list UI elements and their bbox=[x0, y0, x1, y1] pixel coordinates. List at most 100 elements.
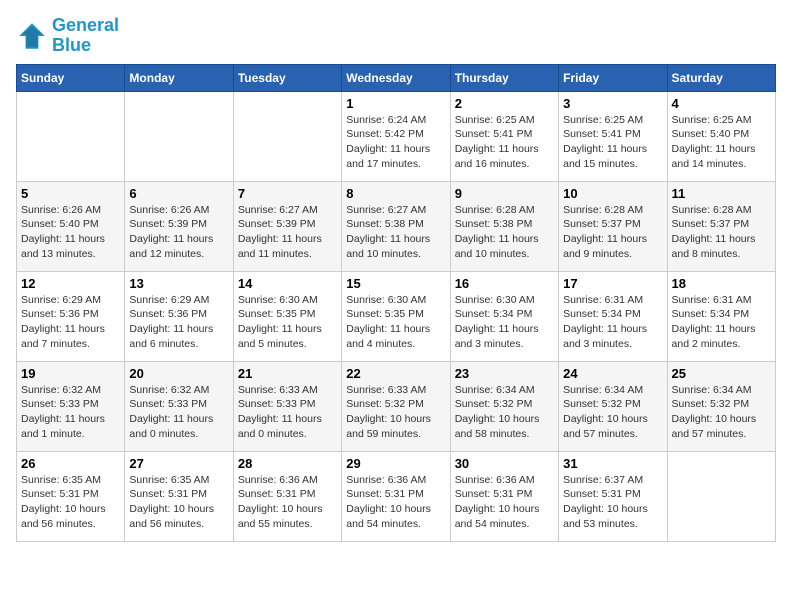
day-number: 2 bbox=[455, 96, 554, 111]
day-number: 15 bbox=[346, 276, 445, 291]
day-info: Sunrise: 6:24 AM Sunset: 5:42 PM Dayligh… bbox=[346, 113, 445, 172]
day-info: Sunrise: 6:32 AM Sunset: 5:33 PM Dayligh… bbox=[21, 383, 120, 442]
day-info: Sunrise: 6:25 AM Sunset: 5:41 PM Dayligh… bbox=[455, 113, 554, 172]
calendar-cell: 31 Sunrise: 6:37 AM Sunset: 5:31 PM Dayli… bbox=[559, 451, 667, 541]
day-number: 9 bbox=[455, 186, 554, 201]
calendar-week-row: 1 Sunrise: 6:24 AM Sunset: 5:42 PM Daylig… bbox=[17, 91, 776, 181]
calendar-week-row: 12 Sunrise: 6:29 AM Sunset: 5:36 PM Dayli… bbox=[17, 271, 776, 361]
day-info: Sunrise: 6:37 AM Sunset: 5:31 PM Dayligh… bbox=[563, 473, 662, 532]
logo: General Blue bbox=[16, 16, 119, 56]
logo-text: General Blue bbox=[52, 16, 119, 56]
day-info: Sunrise: 6:34 AM Sunset: 5:32 PM Dayligh… bbox=[563, 383, 662, 442]
day-info: Sunrise: 6:28 AM Sunset: 5:37 PM Dayligh… bbox=[563, 203, 662, 262]
calendar-cell: 21Sunrise: 6:33 AM Sunset: 5:33 PM Dayli… bbox=[233, 361, 341, 451]
day-info: Sunrise: 6:31 AM Sunset: 5:34 PM Dayligh… bbox=[672, 293, 771, 352]
day-info: Sunrise: 6:35 AM Sunset: 5:31 PM Dayligh… bbox=[21, 473, 120, 532]
day-info: Sunrise: 6:25 AM Sunset: 5:41 PM Dayligh… bbox=[563, 113, 662, 172]
calendar-cell bbox=[233, 91, 341, 181]
day-info: Sunrise: 6:34 AM Sunset: 5:32 PM Dayligh… bbox=[672, 383, 771, 442]
day-number: 8 bbox=[346, 186, 445, 201]
calendar-cell bbox=[125, 91, 233, 181]
calendar-cell: 20 Sunrise: 6:32 AM Sunset: 5:33 PM Dayli… bbox=[125, 361, 233, 451]
day-number: 26 bbox=[21, 456, 120, 471]
day-info: Sunrise: 6:28 AM Sunset: 5:37 PM Dayligh… bbox=[672, 203, 771, 262]
page-header: General Blue bbox=[16, 16, 776, 56]
day-number: 20 bbox=[129, 366, 228, 381]
calendar-table: SundayMondayTuesdayWednesdayThursdayFrid… bbox=[16, 64, 776, 542]
day-info: Sunrise: 6:26 AM Sunset: 5:40 PM Dayligh… bbox=[21, 203, 120, 262]
calendar-cell: 24 Sunrise: 6:34 AM Sunset: 5:32 PM Dayli… bbox=[559, 361, 667, 451]
day-number: 25 bbox=[672, 366, 771, 381]
calendar-cell: 1 Sunrise: 6:24 AM Sunset: 5:42 PM Daylig… bbox=[342, 91, 450, 181]
calendar-cell: 12 Sunrise: 6:29 AM Sunset: 5:36 PM Dayli… bbox=[17, 271, 125, 361]
day-info: Sunrise: 6:35 AM Sunset: 5:31 PM Dayligh… bbox=[129, 473, 228, 532]
calendar-cell: 19 Sunrise: 6:32 AM Sunset: 5:33 PM Dayli… bbox=[17, 361, 125, 451]
calendar-cell: 30 Sunrise: 6:36 AM Sunset: 5:31 PM Dayli… bbox=[450, 451, 558, 541]
calendar-cell: 26 Sunrise: 6:35 AM Sunset: 5:31 PM Dayli… bbox=[17, 451, 125, 541]
day-number: 12 bbox=[21, 276, 120, 291]
day-number: 22 bbox=[346, 366, 445, 381]
calendar-cell: 10 Sunrise: 6:28 AM Sunset: 5:37 PM Dayli… bbox=[559, 181, 667, 271]
day-info: Sunrise: 6:25 AM Sunset: 5:40 PM Dayligh… bbox=[672, 113, 771, 172]
day-number: 17 bbox=[563, 276, 662, 291]
calendar-cell: 27 Sunrise: 6:35 AM Sunset: 5:31 PM Dayli… bbox=[125, 451, 233, 541]
day-number: 27 bbox=[129, 456, 228, 471]
calendar-cell: 3Sunrise: 6:25 AM Sunset: 5:41 PM Daylig… bbox=[559, 91, 667, 181]
header-row: SundayMondayTuesdayWednesdayThursdayFrid… bbox=[17, 64, 776, 91]
day-info: Sunrise: 6:30 AM Sunset: 5:35 PM Dayligh… bbox=[238, 293, 337, 352]
calendar-cell: 5 Sunrise: 6:26 AM Sunset: 5:40 PM Daylig… bbox=[17, 181, 125, 271]
day-number: 24 bbox=[563, 366, 662, 381]
day-info: Sunrise: 6:33 AM Sunset: 5:32 PM Dayligh… bbox=[346, 383, 445, 442]
calendar-cell: 18 Sunrise: 6:31 AM Sunset: 5:34 PM Dayli… bbox=[667, 271, 775, 361]
day-header: Thursday bbox=[450, 64, 558, 91]
calendar-cell: 2 Sunrise: 6:25 AM Sunset: 5:41 PM Daylig… bbox=[450, 91, 558, 181]
day-number: 23 bbox=[455, 366, 554, 381]
day-number: 31 bbox=[563, 456, 662, 471]
calendar-header: SundayMondayTuesdayWednesdayThursdayFrid… bbox=[17, 64, 776, 91]
day-info: Sunrise: 6:28 AM Sunset: 5:38 PM Dayligh… bbox=[455, 203, 554, 262]
day-number: 18 bbox=[672, 276, 771, 291]
calendar-week-row: 5 Sunrise: 6:26 AM Sunset: 5:40 PM Daylig… bbox=[17, 181, 776, 271]
day-info: Sunrise: 6:29 AM Sunset: 5:36 PM Dayligh… bbox=[21, 293, 120, 352]
calendar-cell: 15 Sunrise: 6:30 AM Sunset: 5:35 PM Dayli… bbox=[342, 271, 450, 361]
calendar-week-row: 26 Sunrise: 6:35 AM Sunset: 5:31 PM Dayli… bbox=[17, 451, 776, 541]
calendar-cell: 11 Sunrise: 6:28 AM Sunset: 5:37 PM Dayli… bbox=[667, 181, 775, 271]
calendar-cell: 6 Sunrise: 6:26 AM Sunset: 5:39 PM Daylig… bbox=[125, 181, 233, 271]
calendar-cell: 29Sunrise: 6:36 AM Sunset: 5:31 PM Dayli… bbox=[342, 451, 450, 541]
calendar-cell: 17 Sunrise: 6:31 AM Sunset: 5:34 PM Dayli… bbox=[559, 271, 667, 361]
day-info: Sunrise: 6:27 AM Sunset: 5:38 PM Dayligh… bbox=[346, 203, 445, 262]
day-number: 30 bbox=[455, 456, 554, 471]
day-header: Tuesday bbox=[233, 64, 341, 91]
day-number: 5 bbox=[21, 186, 120, 201]
day-info: Sunrise: 6:30 AM Sunset: 5:35 PM Dayligh… bbox=[346, 293, 445, 352]
day-number: 6 bbox=[129, 186, 228, 201]
day-info: Sunrise: 6:26 AM Sunset: 5:39 PM Dayligh… bbox=[129, 203, 228, 262]
day-header: Saturday bbox=[667, 64, 775, 91]
calendar-body: 1 Sunrise: 6:24 AM Sunset: 5:42 PM Daylig… bbox=[17, 91, 776, 541]
calendar-week-row: 19 Sunrise: 6:32 AM Sunset: 5:33 PM Dayli… bbox=[17, 361, 776, 451]
day-header: Friday bbox=[559, 64, 667, 91]
day-number: 7 bbox=[238, 186, 337, 201]
day-info: Sunrise: 6:27 AM Sunset: 5:39 PM Dayligh… bbox=[238, 203, 337, 262]
calendar-cell: 25 Sunrise: 6:34 AM Sunset: 5:32 PM Dayli… bbox=[667, 361, 775, 451]
day-header: Wednesday bbox=[342, 64, 450, 91]
day-number: 1 bbox=[346, 96, 445, 111]
day-number: 11 bbox=[672, 186, 771, 201]
day-number: 16 bbox=[455, 276, 554, 291]
calendar-cell bbox=[17, 91, 125, 181]
calendar-cell: 23Sunrise: 6:34 AM Sunset: 5:32 PM Dayli… bbox=[450, 361, 558, 451]
calendar-cell: 13Sunrise: 6:29 AM Sunset: 5:36 PM Dayli… bbox=[125, 271, 233, 361]
day-info: Sunrise: 6:36 AM Sunset: 5:31 PM Dayligh… bbox=[455, 473, 554, 532]
day-number: 28 bbox=[238, 456, 337, 471]
logo-icon bbox=[16, 20, 48, 52]
calendar-cell: 14Sunrise: 6:30 AM Sunset: 5:35 PM Dayli… bbox=[233, 271, 341, 361]
day-info: Sunrise: 6:31 AM Sunset: 5:34 PM Dayligh… bbox=[563, 293, 662, 352]
day-info: Sunrise: 6:30 AM Sunset: 5:34 PM Dayligh… bbox=[455, 293, 554, 352]
day-number: 19 bbox=[21, 366, 120, 381]
day-header: Monday bbox=[125, 64, 233, 91]
day-info: Sunrise: 6:32 AM Sunset: 5:33 PM Dayligh… bbox=[129, 383, 228, 442]
day-info: Sunrise: 6:36 AM Sunset: 5:31 PM Dayligh… bbox=[238, 473, 337, 532]
calendar-cell: 4Sunrise: 6:25 AM Sunset: 5:40 PM Daylig… bbox=[667, 91, 775, 181]
calendar-cell: 16 Sunrise: 6:30 AM Sunset: 5:34 PM Dayli… bbox=[450, 271, 558, 361]
day-number: 10 bbox=[563, 186, 662, 201]
